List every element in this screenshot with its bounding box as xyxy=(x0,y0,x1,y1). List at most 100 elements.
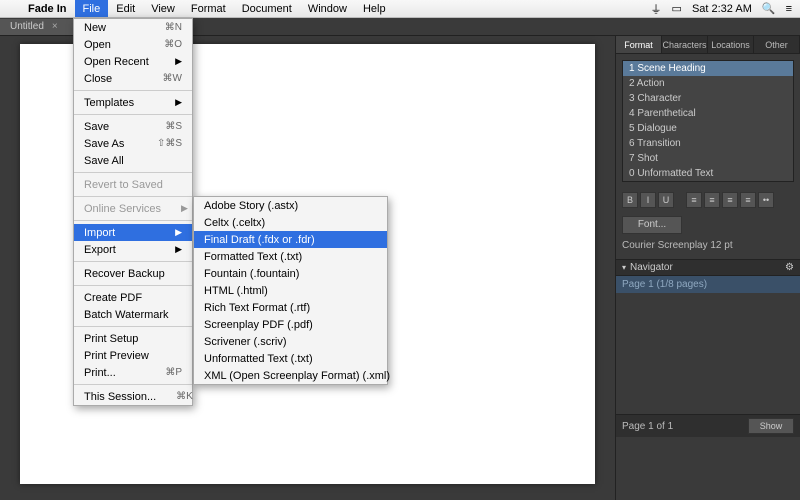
import-submenu: Adobe Story (.astx) Celtx (.celtx) Final D… xyxy=(193,196,388,385)
menu-item-label: Rich Text Format (.rtf) xyxy=(204,302,377,314)
file-item-create-pdf[interactable]: Create PDF xyxy=(74,289,192,306)
underline-button[interactable]: U xyxy=(658,192,674,208)
file-item-print[interactable]: Print...⌘P xyxy=(74,364,192,381)
import-item-scrivener-scriv[interactable]: Scrivener (.scriv) xyxy=(194,333,387,350)
menu-item-label: Print Preview xyxy=(84,350,182,362)
file-item-save-as[interactable]: Save As⇧⌘S xyxy=(74,135,192,152)
battery-icon[interactable]: ▭ xyxy=(672,2,682,15)
navigator-page-row[interactable]: Page 1 (1/8 pages) xyxy=(616,276,800,293)
file-item-open[interactable]: Open⌘O xyxy=(74,36,192,53)
format-action[interactable]: 2 Action xyxy=(623,76,793,91)
submenu-arrow-icon: ▶ xyxy=(175,244,182,255)
file-item-import[interactable]: Import▶ xyxy=(74,224,192,241)
italic-button[interactable]: I xyxy=(640,192,656,208)
tab-format[interactable]: Format xyxy=(616,36,662,53)
gear-icon[interactable]: ⚙ xyxy=(785,262,794,273)
align-center-button[interactable]: ≡ xyxy=(704,192,720,208)
submenu-arrow-icon: ▶ xyxy=(175,227,182,238)
import-item-final-draft-fdx-or-fdr[interactable]: Final Draft (.fdx or .fdr) xyxy=(194,231,387,248)
format-character[interactable]: 3 Character xyxy=(623,91,793,106)
menu-item-label: Recover Backup xyxy=(84,268,182,280)
menu-item-label: Screenplay PDF (.pdf) xyxy=(204,319,377,331)
menu-help[interactable]: Help xyxy=(355,0,394,17)
file-item-new[interactable]: New ⌘N xyxy=(74,19,192,36)
import-item-rich-text-format-rtf[interactable]: Rich Text Format (.rtf) xyxy=(194,299,387,316)
font-label: Courier Screenplay 12 pt xyxy=(616,238,800,259)
file-item-recover-backup[interactable]: Recover Backup xyxy=(74,265,192,282)
menu-app[interactable]: Fade In xyxy=(20,0,75,17)
spotlight-icon[interactable]: 🔍 xyxy=(762,2,776,15)
import-item-unformatted-text-txt[interactable]: Unformatted Text (.txt) xyxy=(194,350,387,367)
file-item-export[interactable]: Export▶ xyxy=(74,241,192,258)
import-item-formatted-text-txt[interactable]: Formatted Text (.txt) xyxy=(194,248,387,265)
panel-tabs: Format Characters Locations Other xyxy=(616,36,800,54)
format-parenthetical[interactable]: 4 Parenthetical xyxy=(623,106,793,121)
file-separator xyxy=(74,90,192,91)
wifi-icon[interactable]: ⏚ xyxy=(651,1,662,17)
mac-menubar: Fade In File Edit View Format Document W… xyxy=(0,0,800,18)
format-unformatted[interactable]: 0 Unformatted Text xyxy=(623,166,793,181)
more-button[interactable]: •• xyxy=(758,192,774,208)
file-dropdown: New⌘NOpen⌘OOpen Recent▶Close⌘WTemplates▶… xyxy=(73,18,193,406)
import-item-screenplay-pdf-pdf[interactable]: Screenplay PDF (.pdf) xyxy=(194,316,387,333)
import-item-celtx-celtx[interactable]: Celtx (.celtx) xyxy=(194,214,387,231)
import-item-fountain-fountain[interactable]: Fountain (.fountain) xyxy=(194,265,387,282)
file-item-save-all[interactable]: Save All xyxy=(74,152,192,169)
tab-characters[interactable]: Characters xyxy=(662,36,708,53)
file-item-online-services: Online Services▶ xyxy=(74,200,192,217)
file-item-batch-watermark[interactable]: Batch Watermark xyxy=(74,306,192,323)
menu-extra-icon[interactable]: ≡ xyxy=(786,3,792,15)
file-item-print-setup[interactable]: Print Setup xyxy=(74,330,192,347)
import-item-xml-open-screenplay-format-xml[interactable]: XML (Open Screenplay Format) (.xml) xyxy=(194,367,387,384)
clock[interactable]: Sat 2:32 AM xyxy=(692,3,752,15)
menu-item-label: Open Recent xyxy=(84,56,155,68)
format-scene-heading[interactable]: 1 Scene Heading xyxy=(623,61,793,76)
tab-close-icon[interactable]: × xyxy=(52,21,58,32)
menu-view[interactable]: View xyxy=(143,0,183,17)
navigator-panel: ▾ Navigator ⚙ Page 1 (1/8 pages) Page 1 … xyxy=(616,259,800,437)
file-separator xyxy=(74,172,192,173)
file-item-this-session[interactable]: This Session...⌘K xyxy=(74,388,192,405)
file-item-save[interactable]: Save⌘S xyxy=(74,118,192,135)
submenu-arrow-icon: ▶ xyxy=(181,203,188,214)
show-button[interactable]: Show xyxy=(748,418,794,434)
navigator-body: Page 1 (1/8 pages) xyxy=(616,276,800,414)
menu-item-label: New xyxy=(84,22,145,34)
menu-item-label: Revert to Saved xyxy=(84,179,182,191)
bold-button[interactable]: B xyxy=(622,192,638,208)
menu-shortcut: ⌘N xyxy=(165,22,182,33)
font-button[interactable]: Font... xyxy=(622,216,682,234)
menu-item-label: Create PDF xyxy=(84,292,182,304)
format-dialogue[interactable]: 5 Dialogue xyxy=(623,121,793,136)
submenu-arrow-icon: ▶ xyxy=(175,97,182,108)
align-right-button[interactable]: ≡ xyxy=(722,192,738,208)
navigator-header[interactable]: ▾ Navigator ⚙ xyxy=(616,260,800,276)
file-item-print-preview[interactable]: Print Preview xyxy=(74,347,192,364)
menu-shortcut: ⌘W xyxy=(163,73,182,84)
disclosure-icon[interactable]: ▾ xyxy=(622,263,626,272)
menu-file[interactable]: File xyxy=(75,0,109,17)
menu-format[interactable]: Format xyxy=(183,0,234,17)
import-item-adobe-story-astx[interactable]: Adobe Story (.astx) xyxy=(194,197,387,214)
menu-item-label: Celtx (.celtx) xyxy=(204,217,377,229)
menu-document[interactable]: Document xyxy=(234,0,300,17)
right-panel: Format Characters Locations Other 1 Scen… xyxy=(615,36,800,500)
style-toolbar: B I U ≡ ≡ ≡ ≡ •• xyxy=(616,188,800,212)
format-shot[interactable]: 7 Shot xyxy=(623,151,793,166)
tab-other[interactable]: Other xyxy=(754,36,800,53)
import-item-html-html[interactable]: HTML (.html) xyxy=(194,282,387,299)
file-item-close[interactable]: Close⌘W xyxy=(74,70,192,87)
align-justify-button[interactable]: ≡ xyxy=(740,192,756,208)
file-item-revert-to-saved: Revert to Saved xyxy=(74,176,192,193)
document-tab[interactable]: Untitled × xyxy=(0,19,75,35)
menu-item-label: Save As xyxy=(84,138,137,150)
menu-item-label: Print... xyxy=(84,367,145,379)
menu-window[interactable]: Window xyxy=(300,0,355,17)
file-item-open-recent[interactable]: Open Recent▶ xyxy=(74,53,192,70)
file-item-templates[interactable]: Templates▶ xyxy=(74,94,192,111)
align-left-button[interactable]: ≡ xyxy=(686,192,702,208)
menu-item-label: Unformatted Text (.txt) xyxy=(204,353,377,365)
tab-locations[interactable]: Locations xyxy=(708,36,754,53)
format-transition[interactable]: 6 Transition xyxy=(623,136,793,151)
menu-edit[interactable]: Edit xyxy=(108,0,143,17)
